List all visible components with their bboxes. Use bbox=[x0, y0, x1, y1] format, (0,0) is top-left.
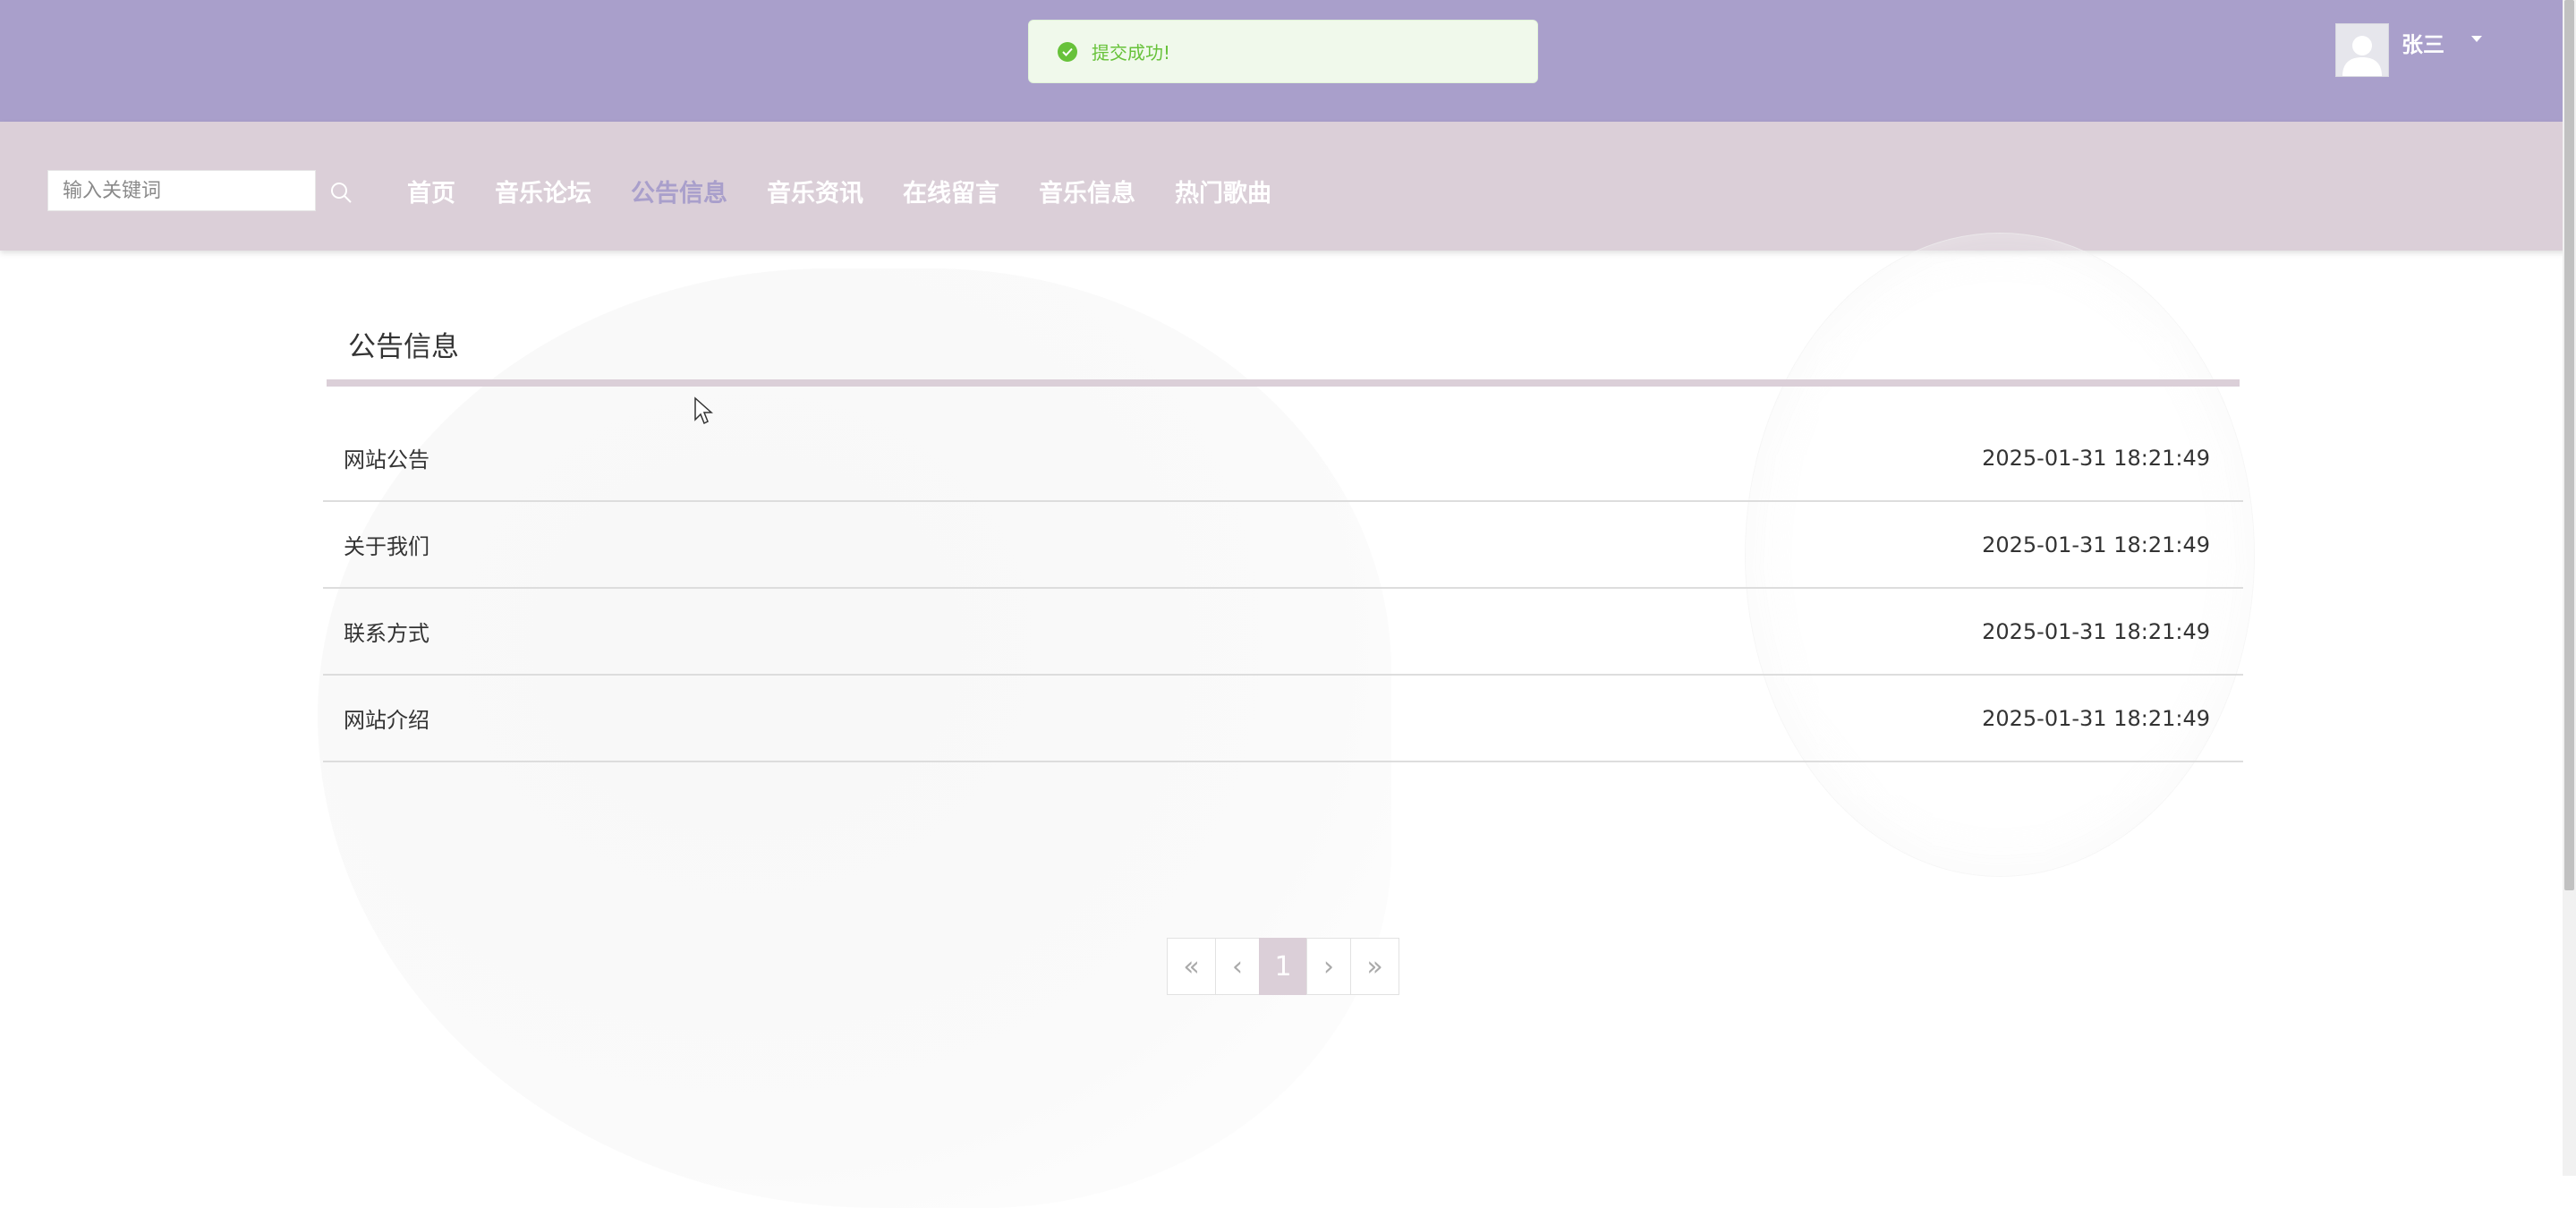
nav-item-hot-songs[interactable]: 热门歌曲 bbox=[1175, 174, 1271, 208]
nav-item-announcements[interactable]: 公告信息 bbox=[631, 174, 727, 208]
nav-bar: 首页 音乐论坛 公告信息 音乐资讯 在线留言 音乐信息 热门歌曲 bbox=[0, 122, 2576, 251]
last-page-button[interactable]: » bbox=[1350, 938, 1399, 995]
nav-item-online-message[interactable]: 在线留言 bbox=[903, 174, 999, 208]
top-header: 提交成功! 张三 bbox=[0, 0, 2576, 122]
notice-date: 2025-01-31 18:21:49 bbox=[1982, 618, 2210, 644]
nav-item-home[interactable]: 首页 bbox=[407, 174, 455, 208]
page-title: 公告信息 bbox=[348, 331, 459, 363]
mouse-cursor-icon bbox=[694, 396, 713, 425]
user-avatar-icon[interactable] bbox=[2335, 23, 2389, 77]
notice-title[interactable]: 网站介绍 bbox=[344, 702, 429, 734]
user-name[interactable]: 张三 bbox=[2402, 27, 2444, 58]
title-divider bbox=[327, 379, 2240, 387]
nav-item-music-forum[interactable]: 音乐论坛 bbox=[495, 174, 591, 208]
prev-page-button[interactable]: ‹ bbox=[1215, 938, 1260, 995]
page-number-button[interactable]: 1 bbox=[1259, 938, 1307, 995]
first-page-button[interactable]: « bbox=[1167, 938, 1216, 995]
next-page-button[interactable]: › bbox=[1306, 938, 1351, 995]
caret-down-icon[interactable] bbox=[2471, 36, 2482, 42]
notice-list: 网站公告 2025-01-31 18:21:49 关于我们 2025-01-31… bbox=[323, 415, 2243, 762]
user-menu[interactable]: 张三 bbox=[2335, 23, 2482, 77]
pagination: « ‹ 1 › » bbox=[1167, 938, 1399, 995]
notice-date: 2025-01-31 18:21:49 bbox=[1982, 445, 2210, 471]
list-item[interactable]: 联系方式 2025-01-31 18:21:49 bbox=[323, 589, 2243, 676]
nav-item-music-info[interactable]: 音乐信息 bbox=[1039, 174, 1135, 208]
main-nav: 首页 音乐论坛 公告信息 音乐资讯 在线留言 音乐信息 热门歌曲 bbox=[407, 168, 1311, 213]
notice-title[interactable]: 网站公告 bbox=[344, 442, 429, 473]
search-icon[interactable] bbox=[327, 179, 354, 206]
nav-item-music-news[interactable]: 音乐资讯 bbox=[767, 174, 863, 208]
check-circle-icon bbox=[1058, 41, 1077, 62]
scrollbar-thumb[interactable] bbox=[2564, 0, 2574, 890]
notice-title[interactable]: 联系方式 bbox=[344, 616, 429, 647]
toast-message: 提交成功! bbox=[1092, 42, 1171, 64]
list-item[interactable]: 网站公告 2025-01-31 18:21:49 bbox=[323, 415, 2243, 502]
list-item[interactable]: 网站介绍 2025-01-31 18:21:49 bbox=[323, 676, 2243, 762]
notice-date: 2025-01-31 18:21:49 bbox=[1982, 705, 2210, 731]
search-input[interactable] bbox=[47, 170, 316, 211]
notice-title[interactable]: 关于我们 bbox=[344, 529, 429, 560]
success-toast: 提交成功! bbox=[1028, 20, 1538, 83]
notice-date: 2025-01-31 18:21:49 bbox=[1982, 532, 2210, 557]
list-item[interactable]: 关于我们 2025-01-31 18:21:49 bbox=[323, 502, 2243, 589]
